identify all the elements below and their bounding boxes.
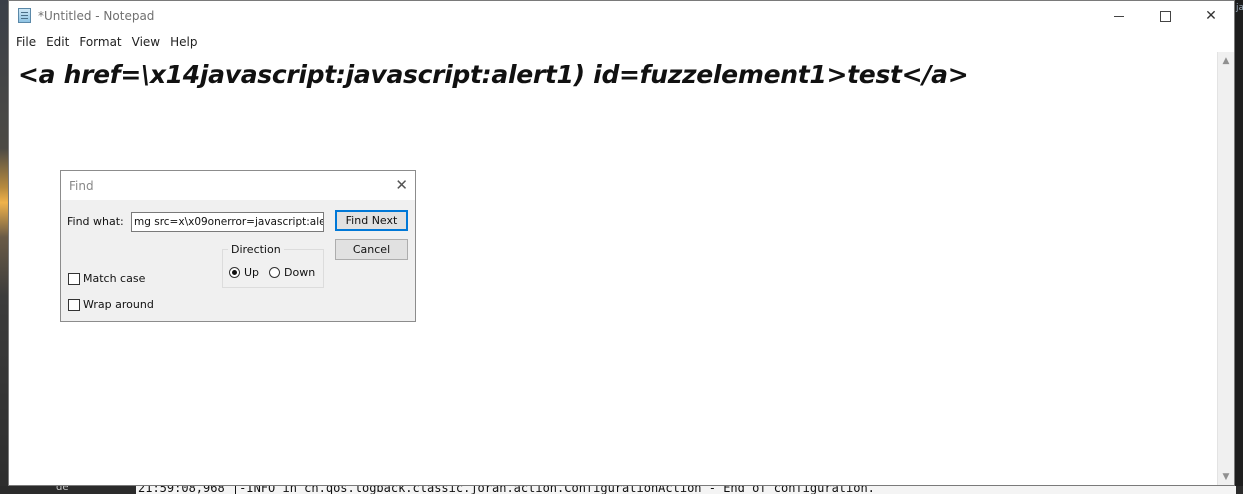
- background-text-snippet: ja: [1236, 3, 1243, 13]
- wrap-around-label[interactable]: Wrap around: [83, 298, 154, 311]
- menu-bar: File Edit Format View Help: [9, 32, 1234, 52]
- find-next-label: Find Next: [345, 214, 398, 227]
- find-next-button[interactable]: Find Next: [335, 210, 408, 231]
- direction-up-radio[interactable]: [229, 267, 240, 278]
- find-dialog-title: Find: [69, 179, 94, 193]
- editor-content[interactable]: <a href=\x14javascript:javascript:alert1…: [18, 60, 969, 89]
- minimize-icon: [1114, 15, 1124, 17]
- console-tab-label: de: [56, 486, 69, 493]
- direction-group-label: Direction: [228, 243, 284, 256]
- window-title: *Untitled - Notepad: [38, 9, 155, 23]
- menu-help[interactable]: Help: [166, 32, 203, 52]
- maximize-button[interactable]: [1142, 1, 1188, 31]
- find-dialog-close-icon[interactable]: ✕: [395, 176, 408, 194]
- cancel-button[interactable]: Cancel: [335, 239, 408, 260]
- find-what-input[interactable]: mg src=x\x09onerror=javascript:alert1)>: [131, 212, 324, 232]
- match-case-checkbox[interactable]: [68, 273, 80, 285]
- title-bar[interactable]: *Untitled - Notepad ✕: [9, 1, 1234, 32]
- close-button[interactable]: ✕: [1188, 1, 1234, 31]
- direction-down-radio[interactable]: [269, 267, 280, 278]
- scroll-up-arrow-icon[interactable]: ▲: [1218, 52, 1234, 69]
- find-dialog: Find ✕ Find what: mg src=x\x09onerror=ja…: [60, 170, 416, 322]
- console-log-line: 21:59:08,968 |-INFO in ch.qos.logback.cl…: [136, 486, 1236, 494]
- match-case-label[interactable]: Match case: [83, 272, 145, 285]
- find-what-label: Find what:: [67, 215, 124, 228]
- find-dialog-title-bar[interactable]: Find ✕: [61, 171, 415, 200]
- menu-view[interactable]: View: [128, 32, 166, 52]
- cancel-label: Cancel: [352, 243, 391, 256]
- direction-up-label[interactable]: Up: [244, 266, 259, 279]
- menu-file[interactable]: File: [12, 32, 42, 52]
- background-window-edge: ja: [1235, 0, 1243, 494]
- wrap-around-checkbox[interactable]: [68, 299, 80, 311]
- background-console: de 21:59:08,968 |-INFO in ch.qos.logback…: [0, 486, 1243, 494]
- minimize-button[interactable]: [1096, 1, 1142, 31]
- vertical-scrollbar[interactable]: ▲ ▼: [1217, 52, 1234, 485]
- menu-format[interactable]: Format: [75, 32, 127, 52]
- close-icon: ✕: [1205, 8, 1217, 24]
- maximize-icon: [1159, 10, 1171, 22]
- menu-edit[interactable]: Edit: [42, 32, 75, 52]
- notepad-app-icon: [18, 8, 31, 23]
- direction-down-label[interactable]: Down: [284, 266, 315, 279]
- scroll-down-arrow-icon[interactable]: ▼: [1218, 468, 1234, 485]
